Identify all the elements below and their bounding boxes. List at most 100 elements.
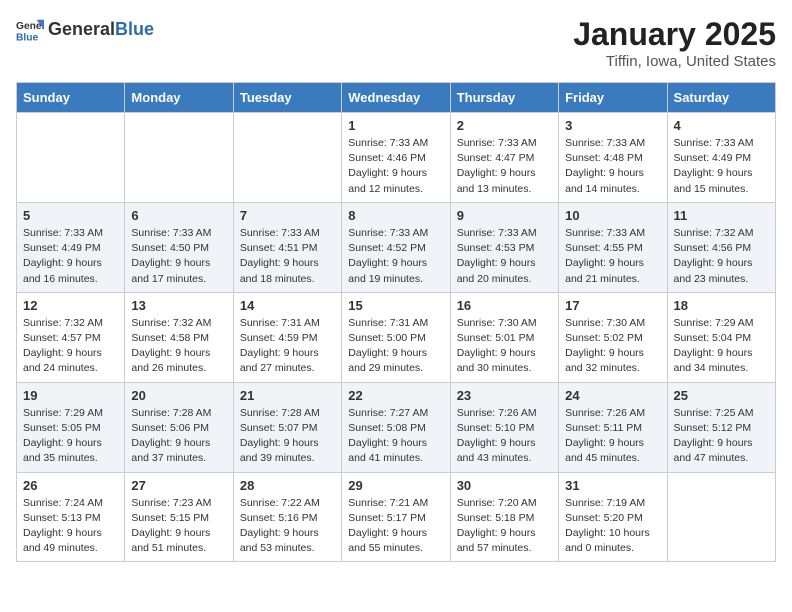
day-number: 7 — [240, 208, 335, 223]
calendar-week-row: 19 Sunrise: 7:29 AM Sunset: 5:05 PM Dayli… — [17, 382, 776, 472]
day-info: Sunrise: 7:31 AM Sunset: 5:00 PM Dayligh… — [348, 316, 443, 377]
day-info: Sunrise: 7:27 AM Sunset: 5:08 PM Dayligh… — [348, 406, 443, 467]
calendar-cell: 11 Sunrise: 7:32 AM Sunset: 4:56 PM Dayli… — [667, 202, 775, 292]
day-number: 19 — [23, 388, 118, 403]
day-number: 27 — [131, 478, 226, 493]
calendar-cell — [233, 113, 341, 203]
calendar-cell: 24 Sunrise: 7:26 AM Sunset: 5:11 PM Dayli… — [559, 382, 667, 472]
day-info: Sunrise: 7:33 AM Sunset: 4:53 PM Dayligh… — [457, 226, 552, 287]
day-info: Sunrise: 7:31 AM Sunset: 4:59 PM Dayligh… — [240, 316, 335, 377]
svg-text:Blue: Blue — [16, 32, 39, 43]
calendar-cell: 25 Sunrise: 7:25 AM Sunset: 5:12 PM Dayli… — [667, 382, 775, 472]
day-number: 2 — [457, 118, 552, 133]
day-info: Sunrise: 7:24 AM Sunset: 5:13 PM Dayligh… — [23, 496, 118, 557]
day-header-thursday: Thursday — [450, 83, 558, 113]
day-number: 15 — [348, 298, 443, 313]
day-header-friday: Friday — [559, 83, 667, 113]
day-header-sunday: Sunday — [17, 83, 125, 113]
location-text: Tiffin, Iowa, United States — [573, 53, 776, 70]
calendar-cell: 10Sunrise: 7:33 AM Sunset: 4:55 PM Dayli… — [559, 202, 667, 292]
day-info: Sunrise: 7:21 AM Sunset: 5:17 PM Dayligh… — [348, 496, 443, 557]
title-block: January 2025 Tiffin, Iowa, United States — [573, 16, 776, 70]
day-number: 24 — [565, 388, 660, 403]
calendar-cell: 23 Sunrise: 7:26 AM Sunset: 5:10 PM Dayli… — [450, 382, 558, 472]
day-number: 8 — [348, 208, 443, 223]
calendar-cell: 21Sunrise: 7:28 AM Sunset: 5:07 PM Dayli… — [233, 382, 341, 472]
day-info: Sunrise: 7:33 AM Sunset: 4:49 PM Dayligh… — [23, 226, 118, 287]
day-number: 13 — [131, 298, 226, 313]
day-number: 20 — [131, 388, 226, 403]
day-number: 9 — [457, 208, 552, 223]
day-number: 26 — [23, 478, 118, 493]
calendar-cell: 17Sunrise: 7:30 AM Sunset: 5:02 PM Dayli… — [559, 292, 667, 382]
calendar-cell: 5 Sunrise: 7:33 AM Sunset: 4:49 PM Daylig… — [17, 202, 125, 292]
calendar-week-row: 5 Sunrise: 7:33 AM Sunset: 4:49 PM Daylig… — [17, 202, 776, 292]
day-info: Sunrise: 7:33 AM Sunset: 4:50 PM Dayligh… — [131, 226, 226, 287]
month-title: January 2025 — [573, 16, 776, 53]
day-number: 17 — [565, 298, 660, 313]
day-number: 23 — [457, 388, 552, 403]
day-info: Sunrise: 7:32 AM Sunset: 4:57 PM Dayligh… — [23, 316, 118, 377]
calendar-cell — [17, 113, 125, 203]
day-info: Sunrise: 7:33 AM Sunset: 4:52 PM Dayligh… — [348, 226, 443, 287]
calendar-cell: 22Sunrise: 7:27 AM Sunset: 5:08 PM Dayli… — [342, 382, 450, 472]
day-info: Sunrise: 7:29 AM Sunset: 5:05 PM Dayligh… — [23, 406, 118, 467]
logo-blue-text: Blue — [115, 19, 154, 39]
calendar-cell: 28Sunrise: 7:22 AM Sunset: 5:16 PM Dayli… — [233, 472, 341, 562]
calendar-cell: 4 Sunrise: 7:33 AM Sunset: 4:49 PM Daylig… — [667, 113, 775, 203]
day-info: Sunrise: 7:33 AM Sunset: 4:51 PM Dayligh… — [240, 226, 335, 287]
calendar-week-row: 12 Sunrise: 7:32 AM Sunset: 4:57 PM Dayli… — [17, 292, 776, 382]
day-info: Sunrise: 7:32 AM Sunset: 4:58 PM Dayligh… — [131, 316, 226, 377]
calendar-cell: 9 Sunrise: 7:33 AM Sunset: 4:53 PM Daylig… — [450, 202, 558, 292]
calendar-cell: 12 Sunrise: 7:32 AM Sunset: 4:57 PM Dayli… — [17, 292, 125, 382]
calendar-cell: 30 Sunrise: 7:20 AM Sunset: 5:18 PM Dayli… — [450, 472, 558, 562]
day-number: 11 — [674, 208, 769, 223]
day-number: 16 — [457, 298, 552, 313]
calendar-week-row: 26 Sunrise: 7:24 AM Sunset: 5:13 PM Dayli… — [17, 472, 776, 562]
calendar-cell: 26 Sunrise: 7:24 AM Sunset: 5:13 PM Dayli… — [17, 472, 125, 562]
calendar-cell: 7 Sunrise: 7:33 AM Sunset: 4:51 PM Daylig… — [233, 202, 341, 292]
logo-icon: General Blue — [16, 16, 44, 44]
calendar-cell: 29 Sunrise: 7:21 AM Sunset: 5:17 PM Dayli… — [342, 472, 450, 562]
day-number: 14 — [240, 298, 335, 313]
calendar-header-row: SundayMondayTuesdayWednesdayThursdayFrid… — [17, 83, 776, 113]
day-number: 5 — [23, 208, 118, 223]
day-header-tuesday: Tuesday — [233, 83, 341, 113]
day-number: 4 — [674, 118, 769, 133]
calendar-cell: 27Sunrise: 7:23 AM Sunset: 5:15 PM Dayli… — [125, 472, 233, 562]
calendar-cell: 8 Sunrise: 7:33 AM Sunset: 4:52 PM Daylig… — [342, 202, 450, 292]
day-info: Sunrise: 7:32 AM Sunset: 4:56 PM Dayligh… — [674, 226, 769, 287]
calendar-cell: 20Sunrise: 7:28 AM Sunset: 5:06 PM Dayli… — [125, 382, 233, 472]
day-number: 30 — [457, 478, 552, 493]
day-number: 31 — [565, 478, 660, 493]
day-number: 29 — [348, 478, 443, 493]
day-info: Sunrise: 7:33 AM Sunset: 4:49 PM Dayligh… — [674, 136, 769, 197]
day-info: Sunrise: 7:25 AM Sunset: 5:12 PM Dayligh… — [674, 406, 769, 467]
calendar-table: SundayMondayTuesdayWednesdayThursdayFrid… — [16, 82, 776, 562]
page-header: General Blue GeneralBlue January 2025 Ti… — [16, 16, 776, 70]
day-info: Sunrise: 7:20 AM Sunset: 5:18 PM Dayligh… — [457, 496, 552, 557]
day-header-saturday: Saturday — [667, 83, 775, 113]
calendar-cell — [125, 113, 233, 203]
day-info: Sunrise: 7:33 AM Sunset: 4:48 PM Dayligh… — [565, 136, 660, 197]
day-number: 12 — [23, 298, 118, 313]
calendar-week-row: 1Sunrise: 7:33 AM Sunset: 4:46 PM Daylig… — [17, 113, 776, 203]
day-number: 25 — [674, 388, 769, 403]
day-info: Sunrise: 7:19 AM Sunset: 5:20 PM Dayligh… — [565, 496, 660, 557]
day-info: Sunrise: 7:26 AM Sunset: 5:11 PM Dayligh… — [565, 406, 660, 467]
logo: General Blue GeneralBlue — [16, 16, 154, 44]
day-header-wednesday: Wednesday — [342, 83, 450, 113]
day-header-monday: Monday — [125, 83, 233, 113]
day-info: Sunrise: 7:33 AM Sunset: 4:47 PM Dayligh… — [457, 136, 552, 197]
calendar-cell: 3Sunrise: 7:33 AM Sunset: 4:48 PM Daylig… — [559, 113, 667, 203]
calendar-cell — [667, 472, 775, 562]
day-number: 10 — [565, 208, 660, 223]
calendar-cell: 6 Sunrise: 7:33 AM Sunset: 4:50 PM Daylig… — [125, 202, 233, 292]
calendar-cell: 14 Sunrise: 7:31 AM Sunset: 4:59 PM Dayli… — [233, 292, 341, 382]
day-number: 1 — [348, 118, 443, 133]
calendar-cell: 31 Sunrise: 7:19 AM Sunset: 5:20 PM Dayli… — [559, 472, 667, 562]
day-info: Sunrise: 7:26 AM Sunset: 5:10 PM Dayligh… — [457, 406, 552, 467]
day-number: 6 — [131, 208, 226, 223]
day-info: Sunrise: 7:29 AM Sunset: 5:04 PM Dayligh… — [674, 316, 769, 377]
calendar-cell: 2 Sunrise: 7:33 AM Sunset: 4:47 PM Daylig… — [450, 113, 558, 203]
